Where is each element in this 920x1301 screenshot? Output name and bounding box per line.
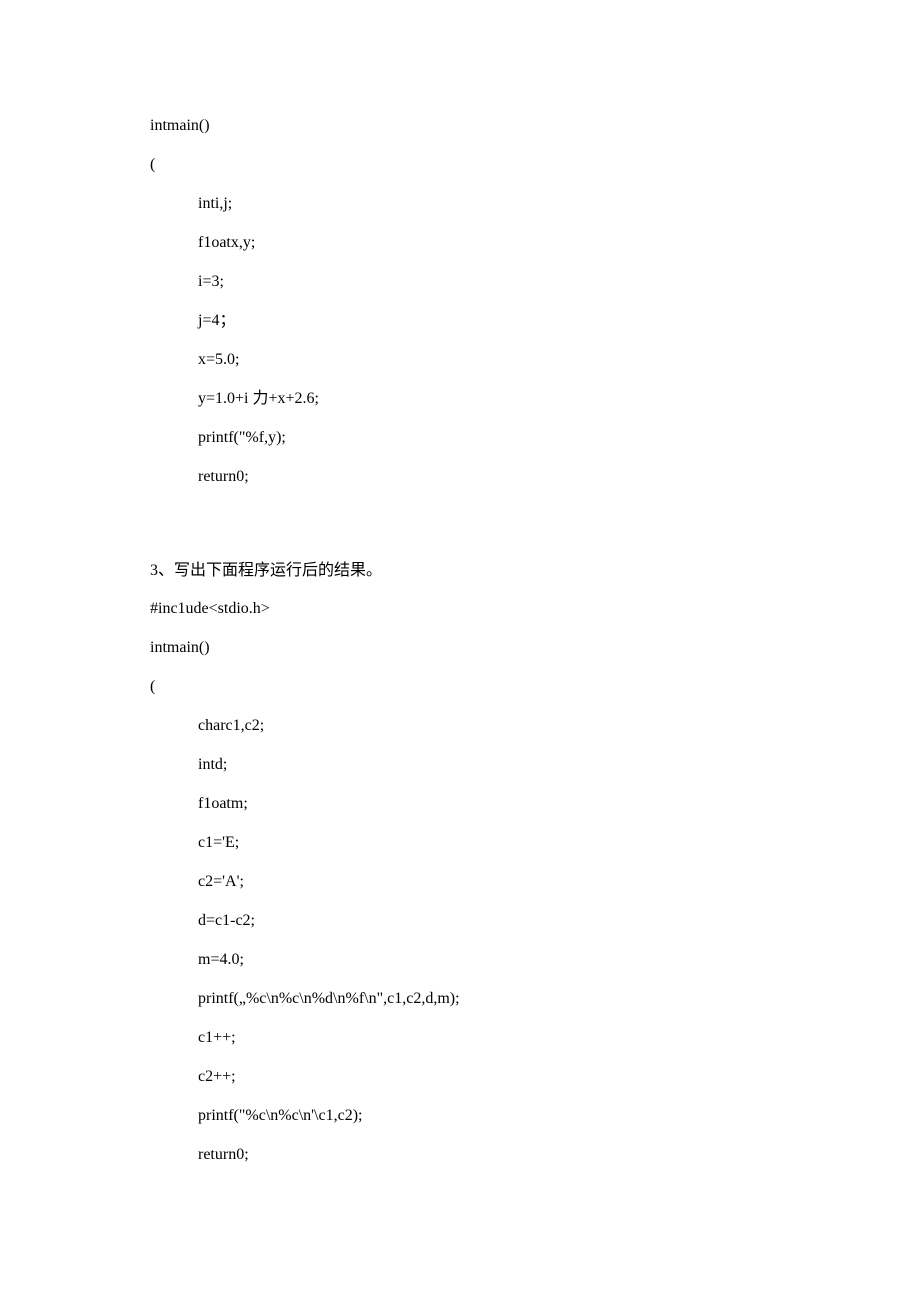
spacer (150, 508, 920, 563)
code-line: intmain() (150, 118, 920, 134)
code-line: printf(„%c\n%c\n%d\n%f\n",c1,c2,d,m); (150, 991, 920, 1007)
code-line: m=4.0; (150, 952, 920, 968)
code-line: j=4； (150, 313, 920, 329)
code-line: ( (150, 679, 920, 695)
code-line: printf("%c\n%c\n'\c1,c2); (150, 1108, 920, 1124)
code-line: y=1.0+i 力+x+2.6; (150, 391, 920, 407)
code-line: c1++; (150, 1030, 920, 1046)
code-line: charc1,c2; (150, 718, 920, 734)
question-heading: 3、写出下面程序运行后的结果。 (150, 563, 920, 579)
code-line: #inc1ude<stdio.h> (150, 601, 920, 617)
code-line: intd; (150, 757, 920, 773)
code-line: return0; (150, 469, 920, 485)
code-line: c2='A'; (150, 874, 920, 890)
code-line: ( (150, 157, 920, 173)
code-line: x=5.0; (150, 352, 920, 368)
code-line: f1oatx,y; (150, 235, 920, 251)
code-line: return0; (150, 1147, 920, 1163)
code-line: intmain() (150, 640, 920, 656)
code-line: c2++; (150, 1069, 920, 1085)
code-line: c1='E; (150, 835, 920, 851)
code-line: printf("%f,y); (150, 430, 920, 446)
code-line: d=c1-c2; (150, 913, 920, 929)
code-line: i=3; (150, 274, 920, 290)
code-line: inti,j; (150, 196, 920, 212)
document-page: intmain() ( inti,j; f1oatx,y; i=3; j=4； … (0, 0, 920, 1301)
code-line: f1oatm; (150, 796, 920, 812)
